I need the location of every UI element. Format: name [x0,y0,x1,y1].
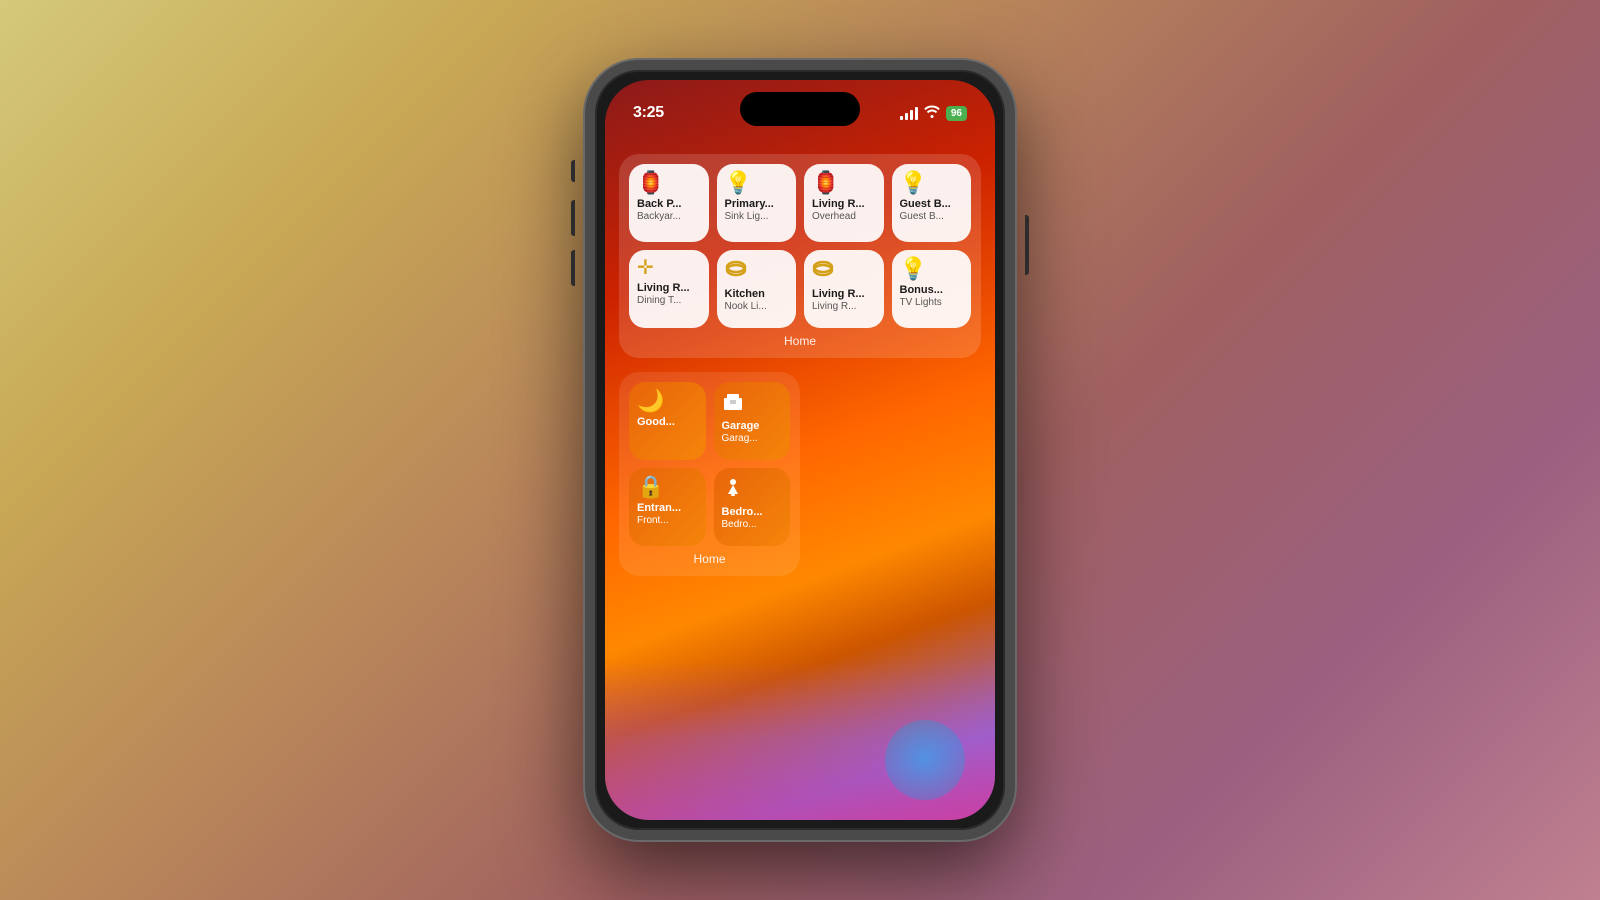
app-title-guest-bedroom: Guest B... [900,198,964,211]
wifi-icon [924,104,940,123]
phone-wrapper: 3:25 96 [585,60,1015,840]
app-grid-2: 🌙 Good... [629,382,790,546]
app-subtitle-guest-bedroom: Guest B... [900,211,964,223]
app-title-living-dining: Living R... [637,282,701,295]
widget-group-1: 🏮 Back P... Backyar... 💡 Primary... Sink… [619,154,981,358]
battery-level: 96 [946,106,967,121]
widget-group-2-label: Home [629,552,790,566]
widget-group-2: 🌙 Good... [619,372,800,576]
lamp-icon-bonus-tv: 💡 [900,258,927,280]
app-title-entrance: Entran... [637,502,698,515]
app-subtitle-primary-sink: Sink Lig... [725,211,789,223]
app-tile-guest-bedroom[interactable]: 💡 Guest B... Guest B... [892,164,972,242]
app-tile-entrance[interactable]: 🔒 Entran... Front... [629,468,706,546]
app-grid-1: 🏮 Back P... Backyar... 💡 Primary... Sink… [629,164,971,328]
lamp-icon-back-porch: 🏮 [637,172,664,194]
phone-screen: 3:25 96 [605,80,995,820]
lamp-icon-primary-sink: 💡 [725,172,752,194]
widget-group-1-label: Home [629,334,971,348]
lamp-icon-bedroom [722,476,744,502]
crosshair-icon-living-dining: ✛ [637,258,654,278]
app-subtitle-living-dining: Dining T... [637,295,701,307]
status-time: 3:25 [633,104,664,122]
ring-icon-kitchen-nook [725,258,747,284]
garage-icon [722,390,744,416]
volume-down-button[interactable] [571,250,575,286]
app-title-garage: Garage [722,420,783,433]
app-subtitle-back-porch: Backyar... [637,211,701,223]
ring-icon-living-room [812,258,834,284]
lock-icon-entrance: 🔒 [637,476,664,498]
app-tile-bonus-tv[interactable]: 💡 Bonus... TV Lights [892,250,972,328]
app-title-living-overhead: Living R... [812,198,876,211]
mute-switch[interactable] [571,160,575,182]
signal-bar-4 [915,107,918,120]
signal-bars [900,106,918,120]
dynamic-island [740,92,860,126]
app-title-living-room: Living R... [812,288,876,301]
app-title-back-porch: Back P... [637,198,701,211]
app-subtitle-kitchen-nook: Nook Li... [725,301,789,313]
app-tile-living-room[interactable]: Living R... Living R... [804,250,884,328]
app-subtitle-bedroom: Bedro... [722,519,783,531]
app-title-bedroom: Bedro... [722,506,783,519]
status-right: 96 [900,104,967,123]
phone-frame: 3:25 96 [585,60,1015,840]
app-subtitle-garage: Garag... [722,433,783,445]
app-tile-garage[interactable]: Garage Garag... [714,382,791,460]
signal-bar-3 [910,110,913,120]
app-tile-bedroom[interactable]: Bedro... Bedro... [714,468,791,546]
app-tile-living-overhead[interactable]: 🏮 Living R... Overhead [804,164,884,242]
app-title-primary-sink: Primary... [725,198,789,211]
moon-icon-goodnight: 🌙 [637,390,664,412]
app-tile-living-dining[interactable]: ✛ Living R... Dining T... [629,250,709,328]
power-button[interactable] [1025,215,1029,275]
app-tile-primary-sink[interactable]: 💡 Primary... Sink Lig... [717,164,797,242]
bottom-circle [885,720,965,800]
app-title-kitchen-nook: Kitchen [725,288,789,301]
signal-bar-2 [905,113,908,120]
app-tile-goodnight[interactable]: 🌙 Good... [629,382,706,460]
app-subtitle-living-room: Living R... [812,301,876,313]
app-subtitle-bonus-tv: TV Lights [900,297,964,309]
app-subtitle-living-overhead: Overhead [812,211,876,223]
lamp-icon-living-overhead: 🏮 [812,172,839,194]
lamp-icon-guest-bedroom: 💡 [900,172,927,194]
app-tile-kitchen-nook[interactable]: Kitchen Nook Li... [717,250,797,328]
app-title-goodnight: Good... [637,416,698,429]
app-title-bonus-tv: Bonus... [900,284,964,297]
volume-up-button[interactable] [571,200,575,236]
signal-bar-1 [900,116,903,120]
app-subtitle-entrance: Front... [637,515,698,527]
app-tile-back-porch[interactable]: 🏮 Back P... Backyar... [629,164,709,242]
